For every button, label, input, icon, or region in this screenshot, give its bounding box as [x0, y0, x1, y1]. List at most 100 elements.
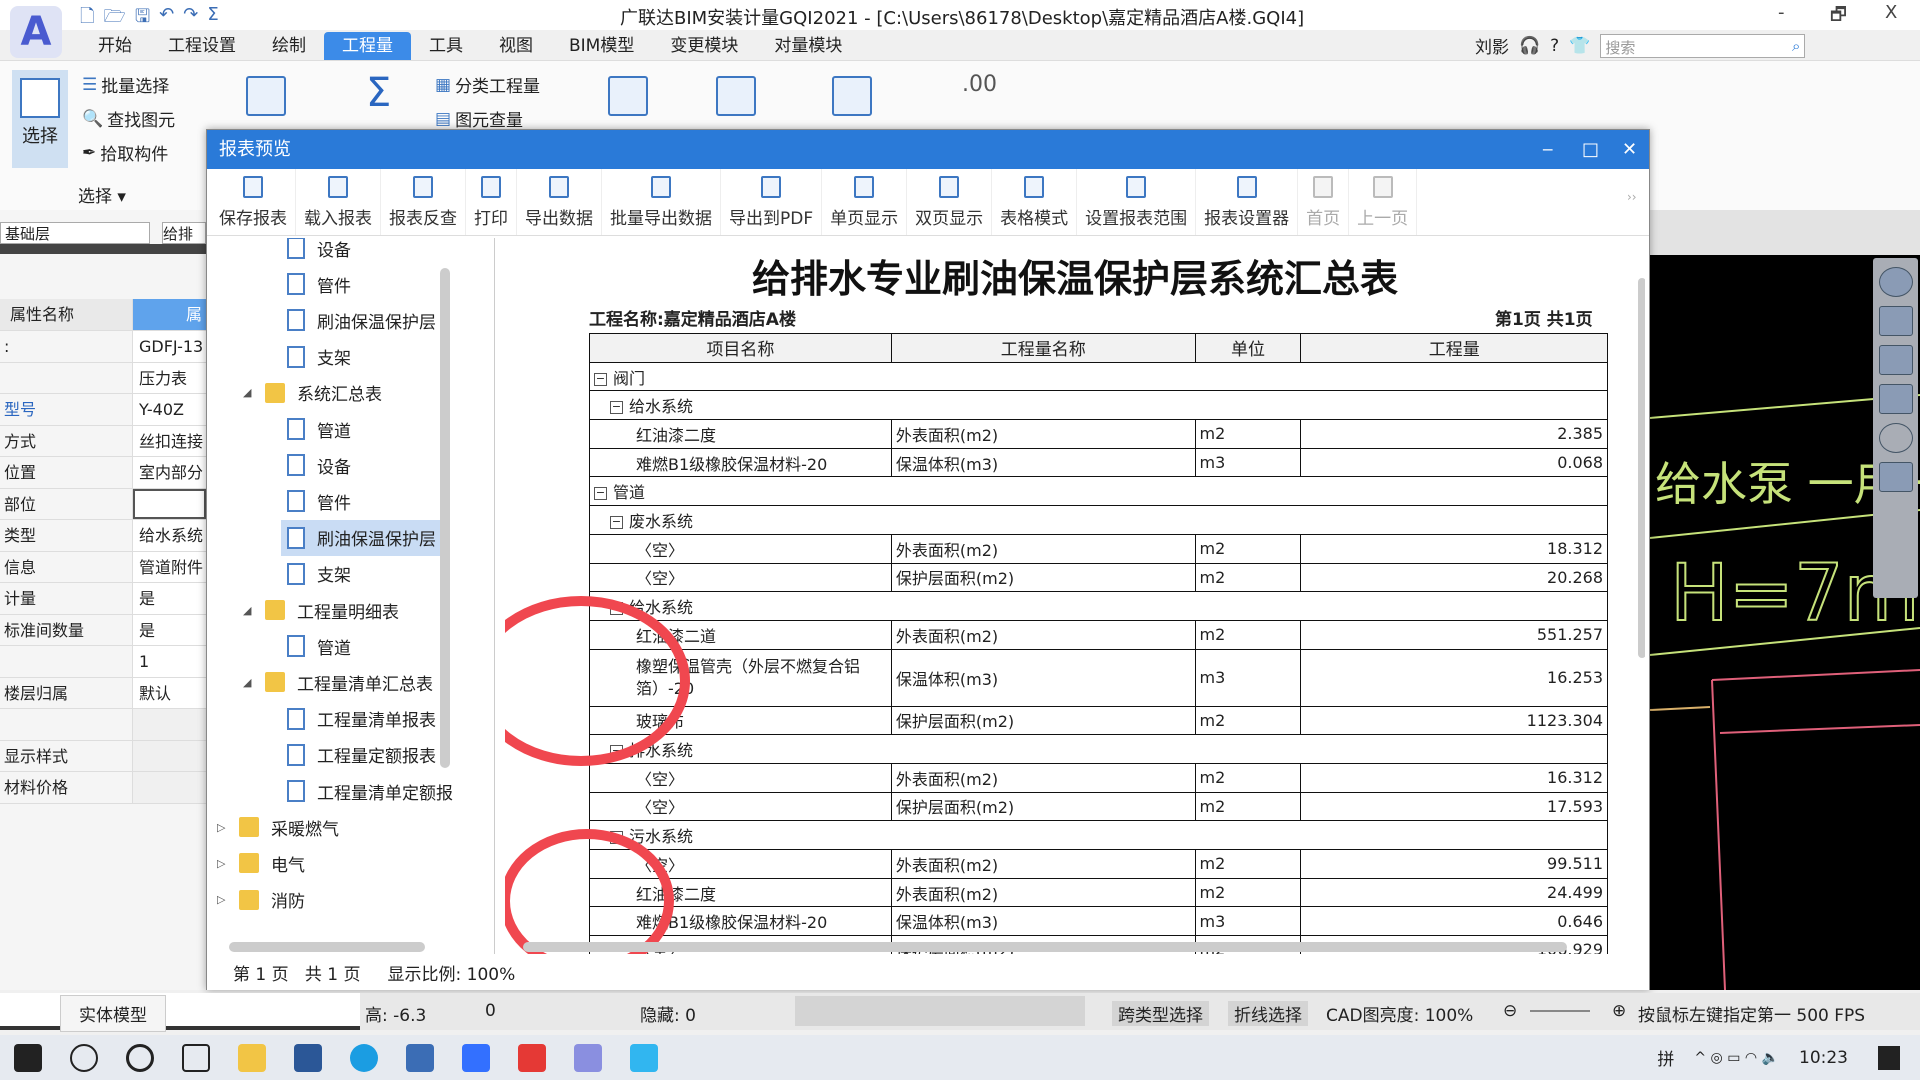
polyline-select-button[interactable]: 折线选择 [1228, 1001, 1308, 1026]
property-row[interactable]: 压力表 [0, 362, 206, 394]
floor-select[interactable]: 基础层 [0, 222, 150, 244]
search-icon[interactable] [70, 1043, 98, 1072]
search-input[interactable]: 搜索 ⌕ [1600, 33, 1806, 58]
store-icon[interactable] [294, 1043, 322, 1072]
collapsed-icon[interactable]: ▷ [217, 857, 229, 870]
tree-item[interactable]: 管道 [281, 411, 357, 447]
type-select[interactable]: 给排 [162, 222, 206, 244]
property-value[interactable]: GDFJ-13 [133, 331, 206, 362]
app-icon[interactable] [406, 1043, 434, 1072]
tree-item[interactable]: ▷ 消防 [211, 882, 311, 918]
select-group-dropdown[interactable]: 选择 ▾ [78, 182, 126, 207]
property-row[interactable]: : GDFJ-13 [0, 331, 206, 363]
open-icon[interactable]: 🗁 [103, 4, 125, 34]
property-row[interactable]: 材料价格 [0, 772, 206, 804]
element-qty-button[interactable]: ▤ 图元查量 [435, 106, 523, 132]
snap-tools[interactable] [795, 996, 1085, 1026]
task-view-icon[interactable] [182, 1043, 210, 1072]
tree-item[interactable]: 刷油保温保护层 [281, 302, 442, 338]
report-vscroll[interactable] [1638, 278, 1645, 658]
windows-start-icon[interactable] [14, 1043, 42, 1072]
box-view-icon[interactable] [1878, 384, 1913, 414]
sum-icon[interactable]: Σ [366, 70, 391, 116]
tree-item[interactable]: ▷ 采暖燃气 [211, 809, 345, 845]
skin-icon[interactable]: 👕 [1569, 36, 1590, 56]
toolbar-button-3[interactable]: 打印 [466, 169, 517, 235]
minimize-button[interactable]: - [1778, 2, 1785, 23]
toolbar-button-5[interactable]: 批量导出数据 [602, 169, 721, 235]
brightness-plus-icon[interactable]: ⊕ [1612, 1001, 1626, 1021]
search-icon[interactable]: ⌕ [1792, 37, 1800, 55]
menu-0[interactable]: 开始 [80, 32, 150, 60]
property-value[interactable]: 压力表 [133, 362, 206, 393]
toolbar-overflow-icon[interactable]: ›› [1627, 190, 1637, 204]
property-value[interactable] [133, 488, 206, 519]
select-button[interactable]: 选择 [12, 70, 68, 168]
toolbar-button-13[interactable]: 上一页 [1349, 169, 1418, 235]
sum-icon[interactable]: Σ [207, 4, 218, 34]
expanded-icon[interactable]: ◢ [243, 386, 255, 399]
brightness-minus-icon[interactable]: ⊖ [1503, 1001, 1517, 1021]
brightness-slider[interactable] [1530, 1010, 1590, 1012]
toolbar-button-4[interactable]: 导出数据 [517, 169, 602, 235]
menu-7[interactable]: 变更模块 [652, 32, 756, 60]
tree-item[interactable]: ▷ 电气 [211, 845, 311, 881]
property-row[interactable]: 信息 管道附件 [0, 551, 206, 583]
3d-view-icon[interactable] [1878, 306, 1913, 336]
menu-6[interactable]: BIM模型 [551, 32, 652, 60]
tree-item[interactable]: ◢ 工程量清单汇总表 [237, 664, 439, 700]
tree-item[interactable]: 工程量清单定额报 [281, 773, 459, 809]
property-row[interactable]: 型号 Y-40Z [0, 394, 206, 426]
dialog-close-button[interactable]: ✕ [1622, 130, 1637, 169]
tree-item[interactable]: 设备 [281, 447, 357, 483]
user-name[interactable]: 刘影 [1475, 33, 1509, 58]
property-value[interactable]: 是 [133, 583, 206, 614]
edge-icon[interactable] [350, 1043, 378, 1072]
dialog-minimize-button[interactable]: ‒ [1542, 130, 1553, 169]
tree-item[interactable]: 支架 [281, 556, 357, 592]
restore-button[interactable]: 🗗 [1830, 2, 1847, 32]
batch-select-button[interactable]: ☰ 批量选择 [82, 72, 169, 98]
menu-4[interactable]: 工具 [411, 32, 481, 60]
rotate-icon[interactable] [1878, 423, 1913, 453]
property-row[interactable]: 楼层归属 默认 [0, 677, 206, 709]
collapsed-icon[interactable]: ▷ [217, 893, 229, 906]
report-hscroll[interactable] [523, 942, 1567, 952]
menu-1[interactable]: 工程设置 [150, 32, 254, 60]
tree-item[interactable]: 刷油保温保护层 [281, 519, 442, 556]
app-logo[interactable]: A [10, 6, 62, 58]
pick-component-button[interactable]: ✒ 拾取构件 [82, 140, 168, 166]
headset-icon[interactable]: 🎧 [1519, 36, 1540, 56]
menu-2[interactable]: 绘制 [254, 32, 324, 60]
expanded-icon[interactable]: ◢ [243, 604, 255, 617]
toolbar-button-10[interactable]: 设置报表范围 [1077, 169, 1197, 235]
toolbar-button-9[interactable]: 表格模式 [992, 169, 1078, 235]
property-row[interactable]: 计量是 [0, 583, 206, 615]
ime-indicator[interactable]: 拼 [1657, 1045, 1674, 1070]
property-value[interactable]: 管道附件 [133, 551, 206, 582]
toolbar-button-6[interactable]: 导出到PDF [721, 169, 823, 235]
cross-type-select-button[interactable]: 跨类型选择 [1112, 1001, 1209, 1026]
tree-item[interactable]: 支架 [281, 339, 357, 375]
property-row[interactable]: 方式 丝扣连接 [0, 425, 206, 457]
notification-icon[interactable] [1878, 1045, 1900, 1070]
report-icon[interactable] [608, 76, 648, 116]
tree-item[interactable]: 管件 [281, 266, 357, 302]
property-row[interactable]: 标准间数量是 [0, 614, 206, 646]
orbit-icon[interactable] [1878, 267, 1913, 297]
save-icon[interactable]: 🖫 [135, 4, 150, 34]
report-search-icon[interactable] [832, 76, 872, 116]
tree-item[interactable]: 工程量清单报表 [281, 701, 442, 737]
tree-vscroll[interactable] [440, 268, 450, 768]
tree-item[interactable]: 管道 [281, 628, 357, 664]
property-value[interactable]: 室内部分 [133, 457, 206, 488]
menu-5[interactable]: 视图 [481, 32, 551, 60]
wps-icon[interactable] [518, 1043, 546, 1072]
glodon-icon[interactable] [574, 1043, 602, 1072]
tray-icons[interactable]: ^ ◎ ▭ ◠ 🔈 [1694, 1050, 1779, 1066]
collapsed-icon[interactable]: ▷ [217, 821, 229, 834]
property-row[interactable]: 显示样式 [0, 740, 206, 772]
top-view-icon[interactable] [1878, 345, 1913, 375]
clock[interactable]: 10:23 [1799, 1048, 1848, 1068]
toolbar-button-1[interactable]: 载入报表 [296, 169, 381, 235]
